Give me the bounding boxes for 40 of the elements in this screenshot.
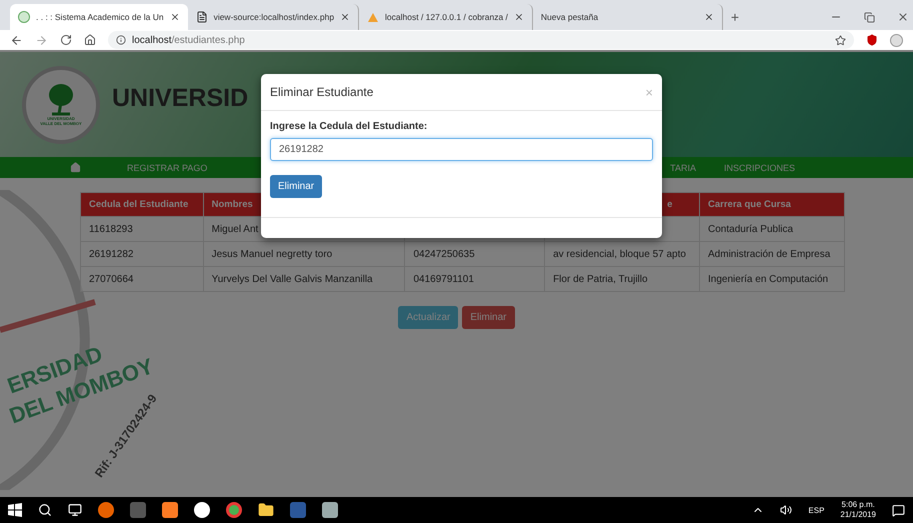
field-label: Ingrese la Cedula del Estudiante:: [270, 121, 428, 132]
browser-tab[interactable]: . . : : Sistema Academico de la Un: [10, 4, 188, 30]
folder-icon[interactable]: [258, 502, 274, 518]
task-view-icon[interactable]: [68, 503, 82, 517]
profile-icon[interactable]: [890, 34, 903, 46]
clock-time: 5:06 p.m.: [842, 500, 875, 510]
delete-button[interactable]: Eliminar: [270, 175, 322, 198]
address-bar[interactable]: localhost/estudiantes.php: [108, 31, 854, 49]
reload-icon[interactable]: [60, 34, 72, 46]
page-icon: [196, 11, 208, 23]
column-header: Cedula del Estudiante: [80, 192, 204, 216]
windows-icon[interactable]: [8, 503, 22, 517]
back-icon[interactable]: [10, 34, 23, 46]
new-tab-button[interactable]: +: [722, 4, 748, 30]
restore-icon[interactable]: [864, 12, 875, 22]
browser-app-icon[interactable]: [226, 502, 242, 518]
home-icon[interactable]: [84, 34, 96, 46]
close-icon[interactable]: [340, 12, 350, 22]
info-icon: [116, 35, 126, 45]
close-icon[interactable]: [170, 12, 180, 22]
terminal-icon[interactable]: [130, 502, 146, 518]
app-icon[interactable]: [322, 502, 338, 518]
shield-icon[interactable]: [866, 34, 878, 46]
language-indicator[interactable]: ESP: [808, 506, 824, 514]
app-icon[interactable]: [194, 502, 210, 518]
close-icon[interactable]: [897, 11, 909, 23]
star-icon[interactable]: [835, 34, 846, 46]
close-icon[interactable]: [704, 12, 714, 22]
url-text: localhost/estudiantes.php: [132, 34, 245, 46]
notification-icon[interactable]: [892, 504, 905, 516]
search-icon[interactable]: [38, 503, 52, 517]
input-field[interactable]: 26191282: [270, 138, 653, 161]
speaker-icon[interactable]: [780, 504, 792, 516]
modal-title: Eliminar Estudiante: [270, 85, 374, 99]
document-app-icon[interactable]: [290, 502, 306, 518]
close-icon[interactable]: [514, 12, 524, 22]
site-title: UNIVERSID: [112, 84, 248, 113]
app-icon[interactable]: [162, 502, 178, 518]
column-header: Carrera que Cursa: [700, 192, 844, 216]
clock-date: 21/1/2019: [840, 510, 876, 520]
